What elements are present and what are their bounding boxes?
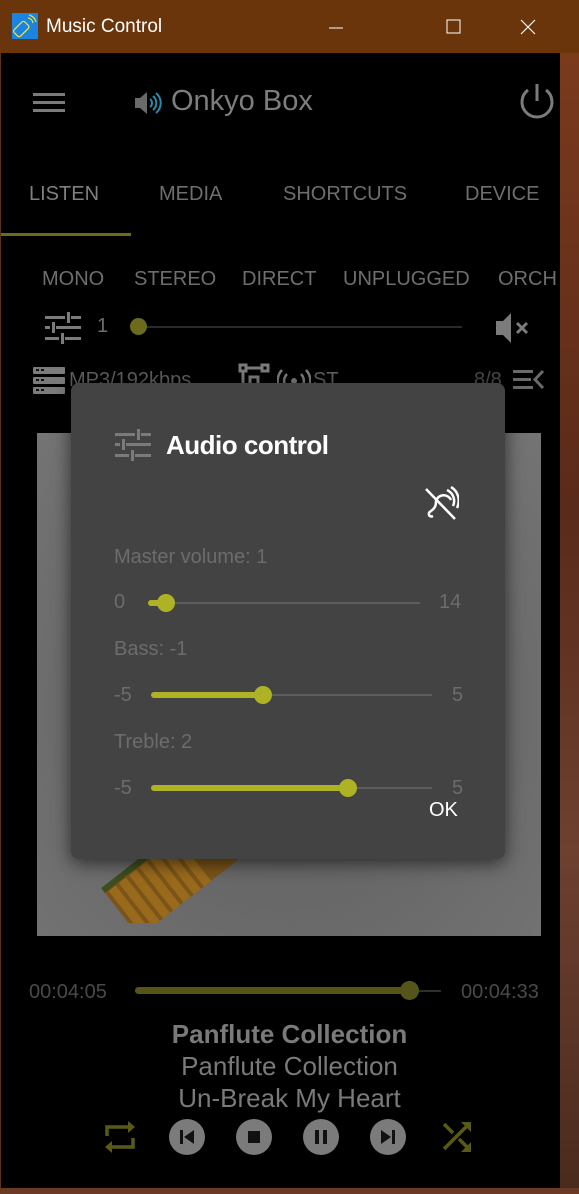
repeat-icon: [105, 1121, 135, 1153]
tab-device[interactable]: DEVICE: [465, 183, 539, 206]
song-title: Un-Break My Heart: [178, 1083, 401, 1113]
master-volume-max: 14: [439, 591, 462, 613]
volume-slider-track[interactable]: [131, 326, 462, 328]
treble-min: -5: [114, 777, 132, 799]
seek-slider-thumb[interactable]: [399, 981, 419, 1000]
window-title: Music Control: [46, 16, 163, 37]
active-tab-indicator: [1, 233, 131, 236]
stop-icon: [248, 1131, 260, 1143]
playback-controls: [1, 1119, 560, 1159]
hamburger-menu-icon[interactable]: [33, 91, 67, 115]
bass-label: Bass: -1: [114, 638, 188, 660]
device-name[interactable]: Onkyo Box: [171, 85, 313, 118]
tab-listen[interactable]: LISTEN: [29, 183, 99, 206]
ok-button[interactable]: OK: [421, 795, 466, 826]
speaker-icon: [133, 89, 167, 117]
skip-next-icon: [381, 1130, 395, 1144]
audio-control-dialog: Audio control Master volume: 1 0 14 Bass…: [71, 383, 505, 859]
treble-thumb[interactable]: [338, 779, 357, 797]
time-total: 00:04:33: [461, 981, 539, 1003]
master-volume-min: 0: [114, 591, 126, 613]
bass-min: -5: [114, 684, 132, 706]
album-title: Panflute Collection: [171, 1019, 408, 1049]
artist-name: Panflute Collection: [181, 1051, 398, 1081]
maximize-button[interactable]: [433, 13, 473, 41]
bass-fill: [151, 692, 264, 698]
minimize-button[interactable]: [317, 13, 357, 41]
listening-mode-list: MONO STEREO DIRECT UNPLUGGED ORCH: [1, 268, 560, 298]
tab-shortcuts[interactable]: SHORTCUTS: [283, 183, 407, 206]
playlist-queue-icon[interactable]: [513, 367, 545, 393]
remote-control-app-icon: [12, 13, 38, 39]
skip-previous-icon: [180, 1130, 194, 1144]
tab-media[interactable]: MEDIA: [159, 183, 222, 206]
dialog-title: Audio control: [166, 430, 329, 460]
mode-unplugged[interactable]: UNPLUGGED: [343, 268, 470, 291]
treble-fill: [151, 785, 348, 791]
volume-slider-thumb[interactable]: [130, 318, 148, 335]
previous-button[interactable]: [169, 1119, 205, 1155]
next-button[interactable]: [370, 1119, 406, 1155]
time-elapsed: 00:04:05: [29, 981, 107, 1003]
mute-icon[interactable]: [496, 310, 532, 346]
mode-mono[interactable]: MONO: [42, 268, 104, 291]
pause-icon: [315, 1130, 327, 1144]
volume-value: 1: [97, 315, 109, 337]
bass-max: 5: [452, 684, 464, 706]
treble-label: Treble: 2: [114, 731, 193, 753]
equalizer-icon[interactable]: [45, 311, 81, 345]
app-content: Onkyo Box LISTEN MEDIA SHORTCUTS DEVICE …: [1, 53, 560, 1188]
tab-bar: LISTEN MEDIA SHORTCUTS DEVICE: [1, 163, 560, 238]
power-icon[interactable]: [516, 81, 558, 123]
hearing-disabled-icon[interactable]: [423, 485, 460, 522]
close-button[interactable]: [515, 13, 555, 41]
shuffle-button[interactable]: [439, 1119, 475, 1155]
desktop-background-bottom: [0, 1188, 579, 1194]
equalizer-icon: [115, 428, 151, 462]
stop-button[interactable]: [236, 1119, 272, 1155]
window-titlebar: Music Control: [0, 0, 579, 53]
seek-slider-fill: [135, 987, 410, 994]
master-volume-thumb[interactable]: [157, 594, 176, 612]
desktop-background: [560, 53, 579, 1194]
mode-stereo[interactable]: STEREO: [134, 268, 216, 291]
server-icon: [33, 367, 65, 395]
master-volume-track[interactable]: [148, 602, 420, 604]
shuffle-icon: [442, 1122, 471, 1152]
bass-thumb[interactable]: [254, 686, 273, 704]
mode-direct[interactable]: DIRECT: [242, 268, 316, 291]
repeat-button[interactable]: [102, 1119, 138, 1155]
master-volume-label: Master volume: 1: [114, 546, 268, 568]
mode-orchestra[interactable]: ORCH: [498, 268, 557, 291]
pause-button[interactable]: [303, 1119, 339, 1155]
